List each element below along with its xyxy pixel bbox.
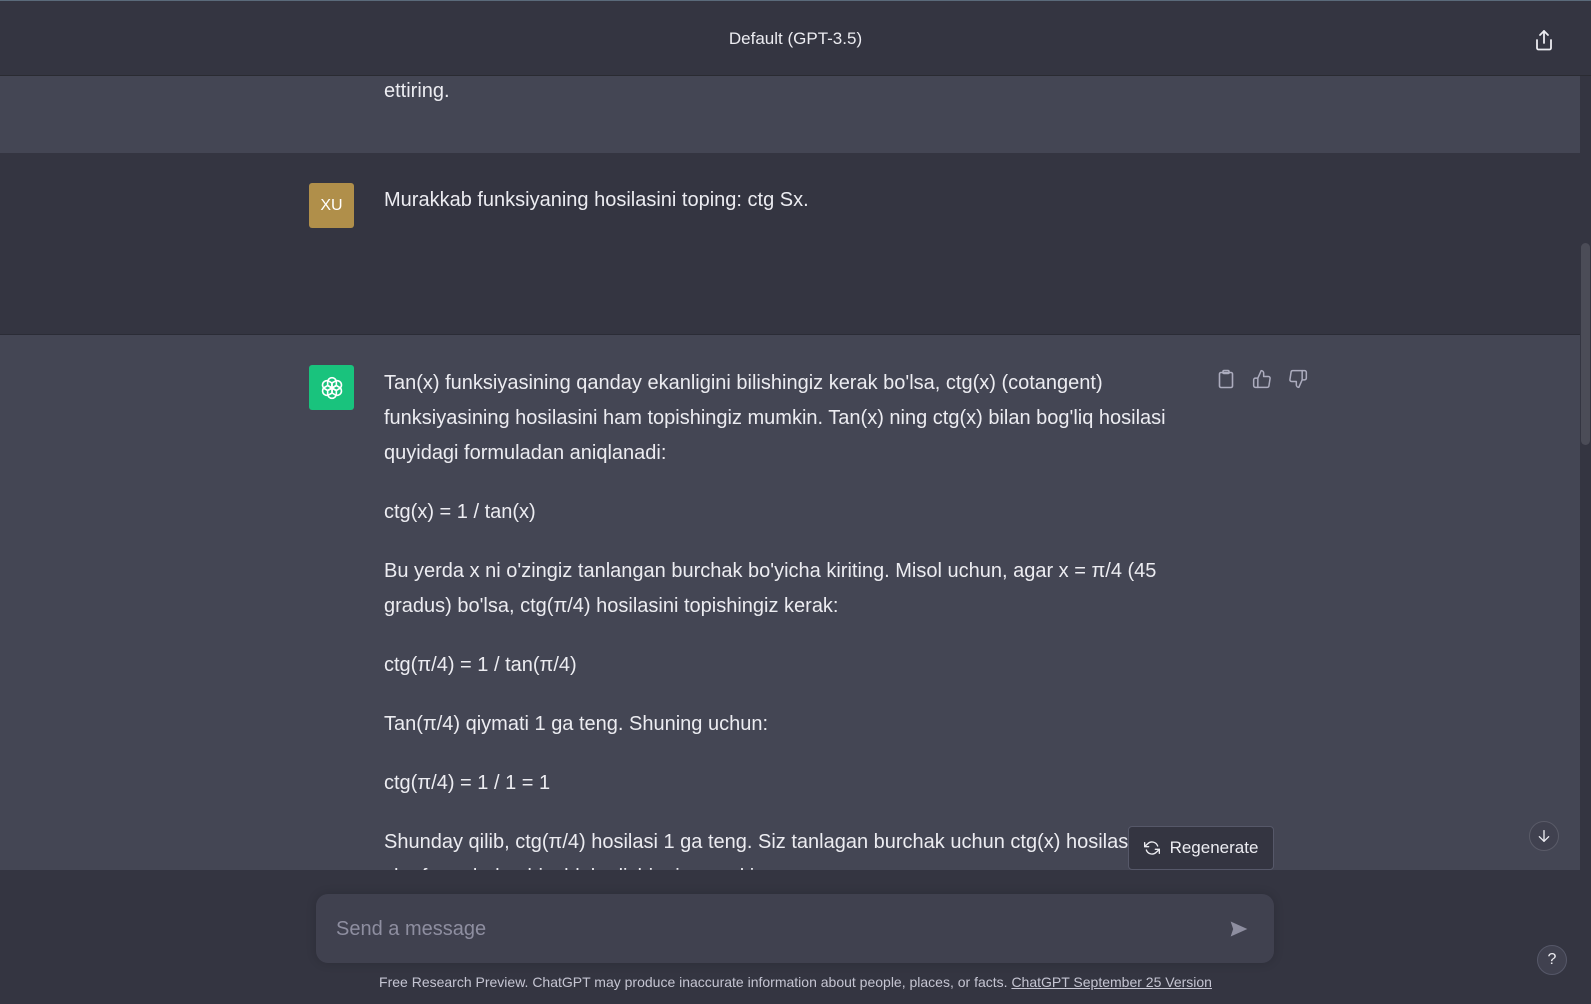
openai-logo-icon (321, 376, 342, 399)
refresh-icon (1143, 841, 1160, 855)
user-avatar: XU (309, 183, 354, 228)
share-icon (1536, 30, 1552, 51)
scrollbar-thumb[interactable] (1581, 243, 1590, 445)
message-composer (316, 894, 1274, 965)
previous-assistant-message: ettiring. (0, 76, 1580, 154)
thumbs-down-icon (1289, 369, 1308, 389)
assistant-message: Tan(x) funksiyasining qanday ekanligini … (0, 335, 1580, 870)
footer-disclaimer: Free Research Preview. ChatGPT may produ… (0, 974, 1591, 990)
assistant-message-text: Tan(x) funksiyasining qanday ekanligini … (384, 366, 1184, 870)
scroll-to-bottom-button[interactable] (1529, 821, 1559, 851)
user-message-text: Murakkab funksiyaning hosilasini toping:… (384, 189, 809, 211)
assistant-paragraph: Tan(π/4) qiymati 1 ga teng. Shuning uchu… (384, 713, 769, 735)
arrow-down-icon (1538, 830, 1550, 842)
assistant-paragraph: ctg(π/4) = 1 / 1 = 1 (384, 772, 551, 794)
assistant-paragraph: Tan(x) funksiyasining qanday ekanligini … (384, 372, 1166, 464)
send-icon (1230, 921, 1248, 937)
help-button[interactable]: ? (1537, 945, 1567, 975)
copy-button[interactable] (1214, 367, 1238, 391)
assistant-paragraph: Shunday qilib, ctg(π/4) hosilasi 1 ga te… (384, 831, 1149, 870)
regenerate-button[interactable]: Regenerate (1128, 826, 1274, 870)
model-title: Default (GPT-3.5) (728, 29, 863, 48)
scrollbar-track[interactable] (1580, 76, 1591, 870)
assistant-paragraph: Bu yerda x ni o'zingiz tanlangan burchak… (384, 560, 1157, 617)
assistant-paragraph: ctg(π/4) = 1 / tan(π/4) (384, 654, 577, 676)
share-button[interactable] (1531, 27, 1557, 53)
message-input[interactable] (334, 894, 1198, 965)
regenerate-label: Regenerate (1169, 838, 1259, 857)
user-message: XU Murakkab funksiyaning hosilasini topi… (0, 153, 1580, 335)
message-actions (1214, 367, 1310, 391)
send-button[interactable] (1226, 916, 1252, 942)
assistant-paragraph: ctg(x) = 1 / tan(x) (384, 501, 536, 523)
composer-area: Free Research Preview. ChatGPT may produ… (0, 870, 1591, 1004)
top-bar: Default (GPT-3.5) (0, 0, 1591, 76)
version-link[interactable]: ChatGPT September 25 Version (1011, 974, 1212, 990)
chat-area: ettiring. XU Murakkab funksiyaning hosil… (0, 76, 1580, 870)
assistant-avatar (309, 365, 354, 410)
thumbs-up-button[interactable] (1250, 367, 1274, 391)
clipboard-icon (1218, 369, 1234, 389)
thumbs-up-icon (1252, 369, 1271, 389)
previous-message-text: ettiring. (384, 80, 450, 102)
thumbs-down-button[interactable] (1286, 367, 1310, 391)
footer-text: Free Research Preview. ChatGPT may produ… (379, 974, 1008, 990)
